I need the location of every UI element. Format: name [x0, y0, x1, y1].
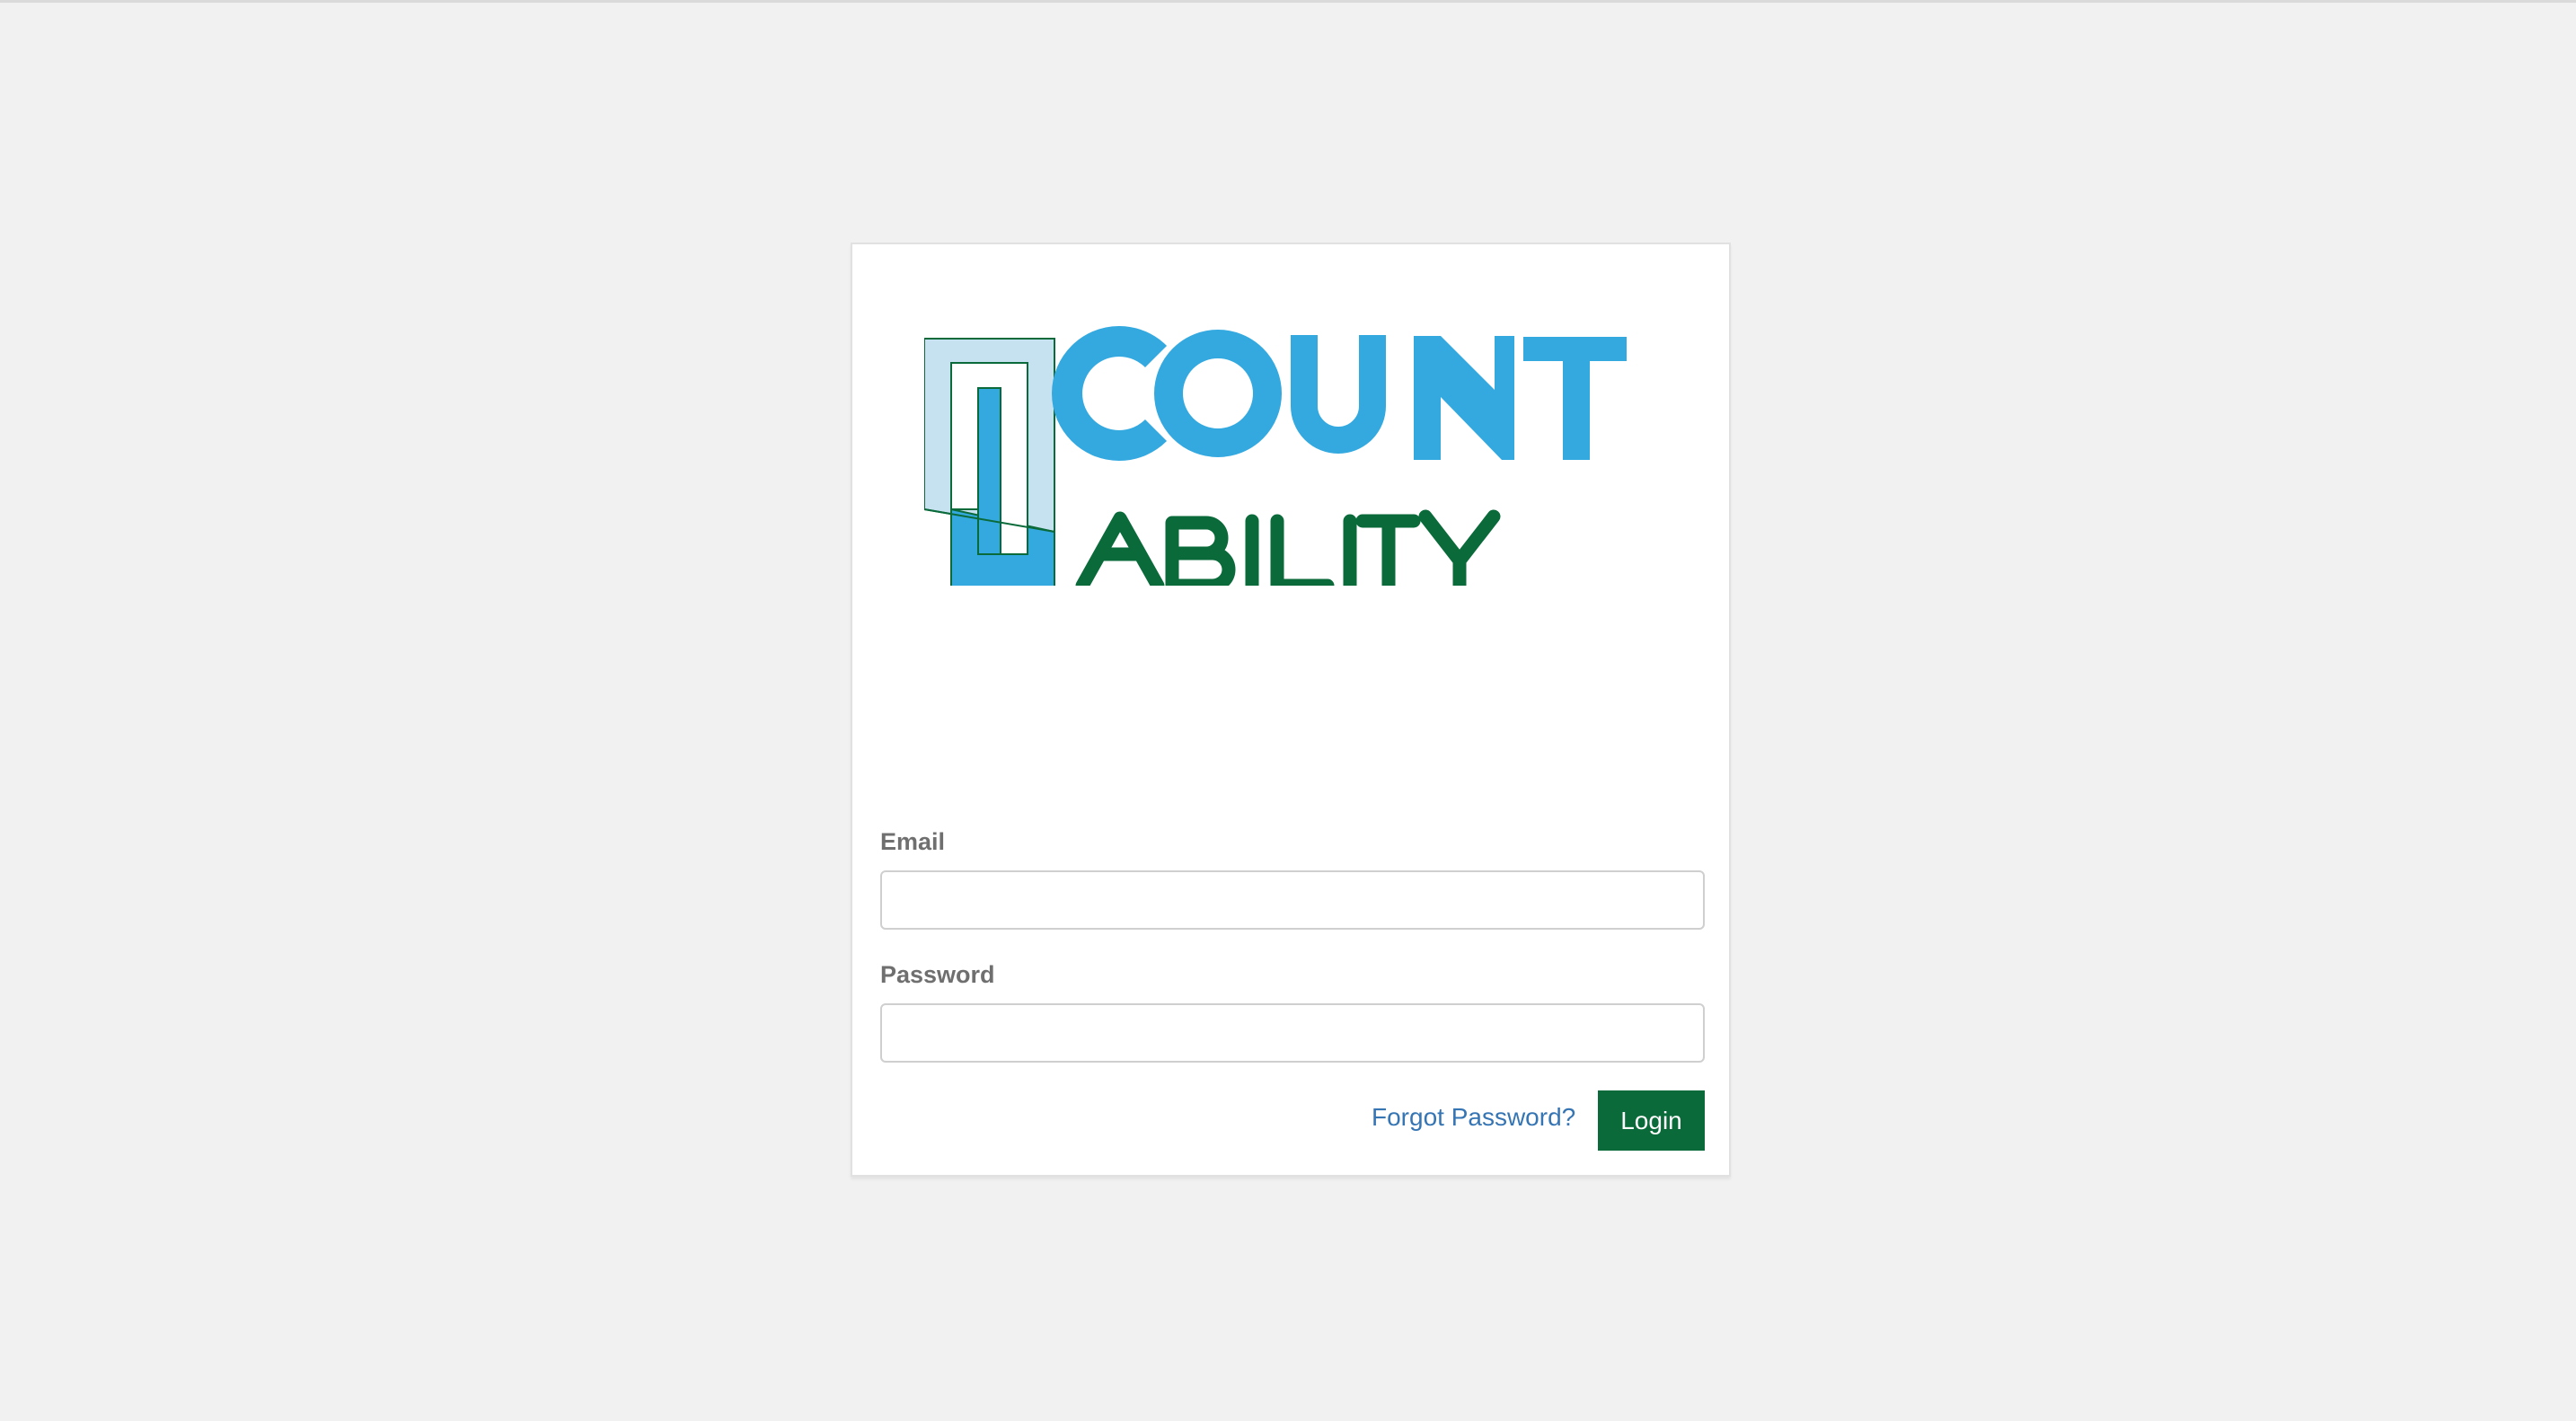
forgot-password-link[interactable]: Forgot Password?	[1372, 1103, 1575, 1132]
emblem-mark	[924, 338, 1055, 586]
password-label: Password	[880, 961, 995, 988]
login-button[interactable]: Login	[1598, 1090, 1705, 1151]
logo-word-ability	[1075, 509, 1501, 586]
top-border	[0, 0, 2576, 3]
email-label: Email	[880, 828, 946, 855]
countability-logo-graphic	[924, 326, 1627, 586]
countability-logo	[924, 325, 1643, 586]
email-input[interactable]	[880, 870, 1705, 930]
logo-word-count	[1051, 326, 1627, 461]
login-card: Email Password Forgot Password? Login	[851, 243, 1731, 1177]
password-input[interactable]	[880, 1003, 1705, 1063]
